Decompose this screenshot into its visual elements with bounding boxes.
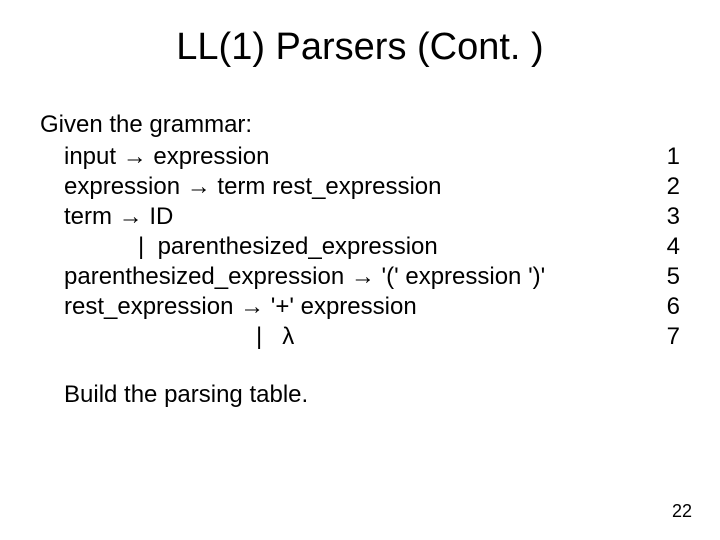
grammar-rule: term → ID 3	[64, 202, 680, 232]
task-text: Build the parsing table.	[64, 380, 680, 410]
grammar-rule: | parenthesized_expression 4	[64, 232, 680, 262]
rule-number: 6	[650, 292, 680, 322]
slide-body: Given the grammar: input → expression 1 …	[40, 110, 680, 410]
rule-number: 5	[650, 262, 680, 292]
rule-text: | λ	[64, 322, 294, 352]
page-number: 22	[672, 501, 692, 522]
slide-title: LL(1) Parsers (Cont. )	[0, 26, 720, 69]
grammar-rules: input → expression 1 expression → term r…	[64, 142, 680, 352]
slide: LL(1) Parsers (Cont. ) Given the grammar…	[0, 0, 720, 540]
rule-text: parenthesized_expression → '(' expressio…	[64, 262, 545, 292]
grammar-rule: expression → term rest_expression 2	[64, 172, 680, 202]
grammar-rule: input → expression 1	[64, 142, 680, 172]
rule-text: | parenthesized_expression	[64, 232, 438, 262]
rule-text: expression → term rest_expression	[64, 172, 441, 202]
grammar-rule: rest_expression → '+' expression 6	[64, 292, 680, 322]
rule-number: 1	[650, 142, 680, 172]
rule-number: 4	[650, 232, 680, 262]
intro-text: Given the grammar:	[40, 110, 680, 140]
rule-number: 7	[650, 322, 680, 352]
grammar-rule: | λ 7	[64, 322, 680, 352]
rule-text: term → ID	[64, 202, 173, 232]
rule-number: 3	[650, 202, 680, 232]
grammar-rule: parenthesized_expression → '(' expressio…	[64, 262, 680, 292]
rule-text: rest_expression → '+' expression	[64, 292, 417, 322]
rule-number: 2	[650, 172, 680, 202]
rule-text: input → expression	[64, 142, 269, 172]
